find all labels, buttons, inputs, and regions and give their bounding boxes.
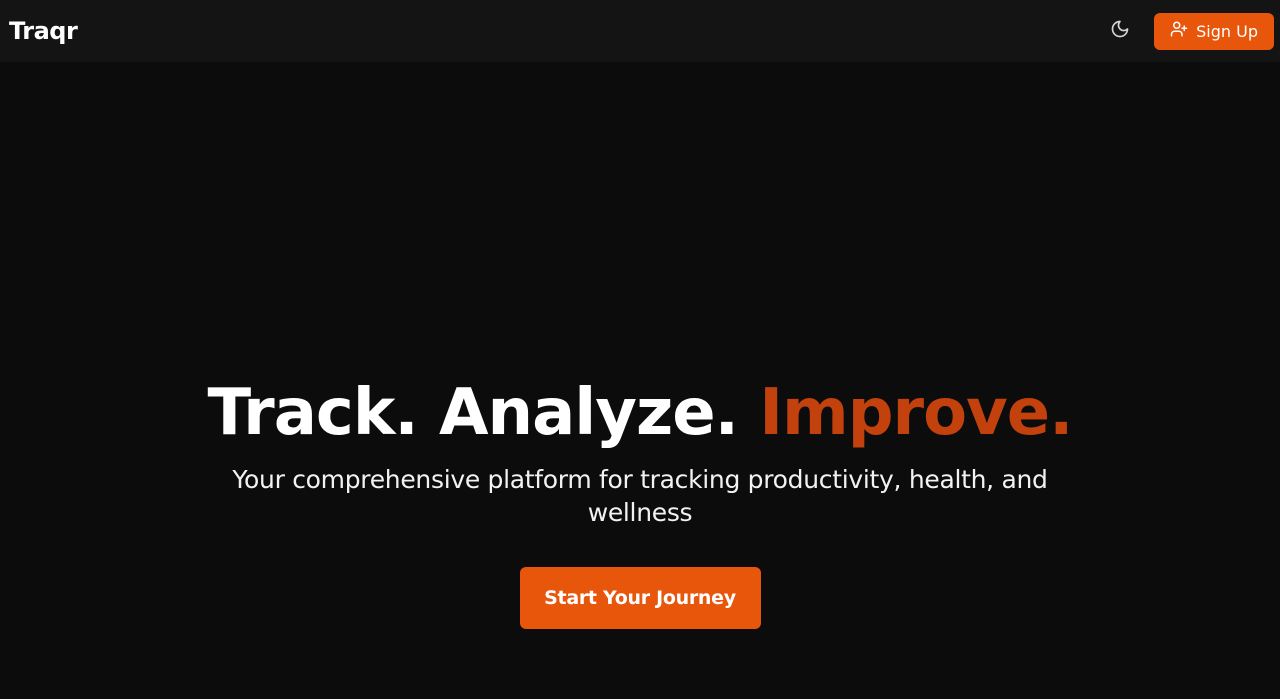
sign-up-label: Sign Up: [1196, 21, 1258, 41]
navbar: Traqr Sign Up: [0, 0, 1280, 62]
user-plus-icon: [1170, 20, 1188, 42]
hero-subtitle: Your comprehensive platform for tracking…: [232, 465, 1048, 527]
start-journey-button[interactable]: Start Your Journey: [519, 567, 761, 629]
headline-accent: Improve.: [759, 376, 1073, 450]
hero-headline: Track. Analyze. Improve.: [207, 375, 1074, 451]
hero-section: Track. Analyze. Improve. Your comprehens…: [0, 62, 1280, 699]
sign-up-button[interactable]: Sign Up: [1154, 12, 1274, 50]
theme-toggle-button[interactable]: [1102, 13, 1138, 49]
nav-actions: Sign Up: [1102, 12, 1274, 50]
brand-logo[interactable]: Traqr: [9, 17, 78, 45]
moon-icon: [1110, 19, 1130, 43]
headline-main: Track. Analyze.: [207, 376, 760, 450]
